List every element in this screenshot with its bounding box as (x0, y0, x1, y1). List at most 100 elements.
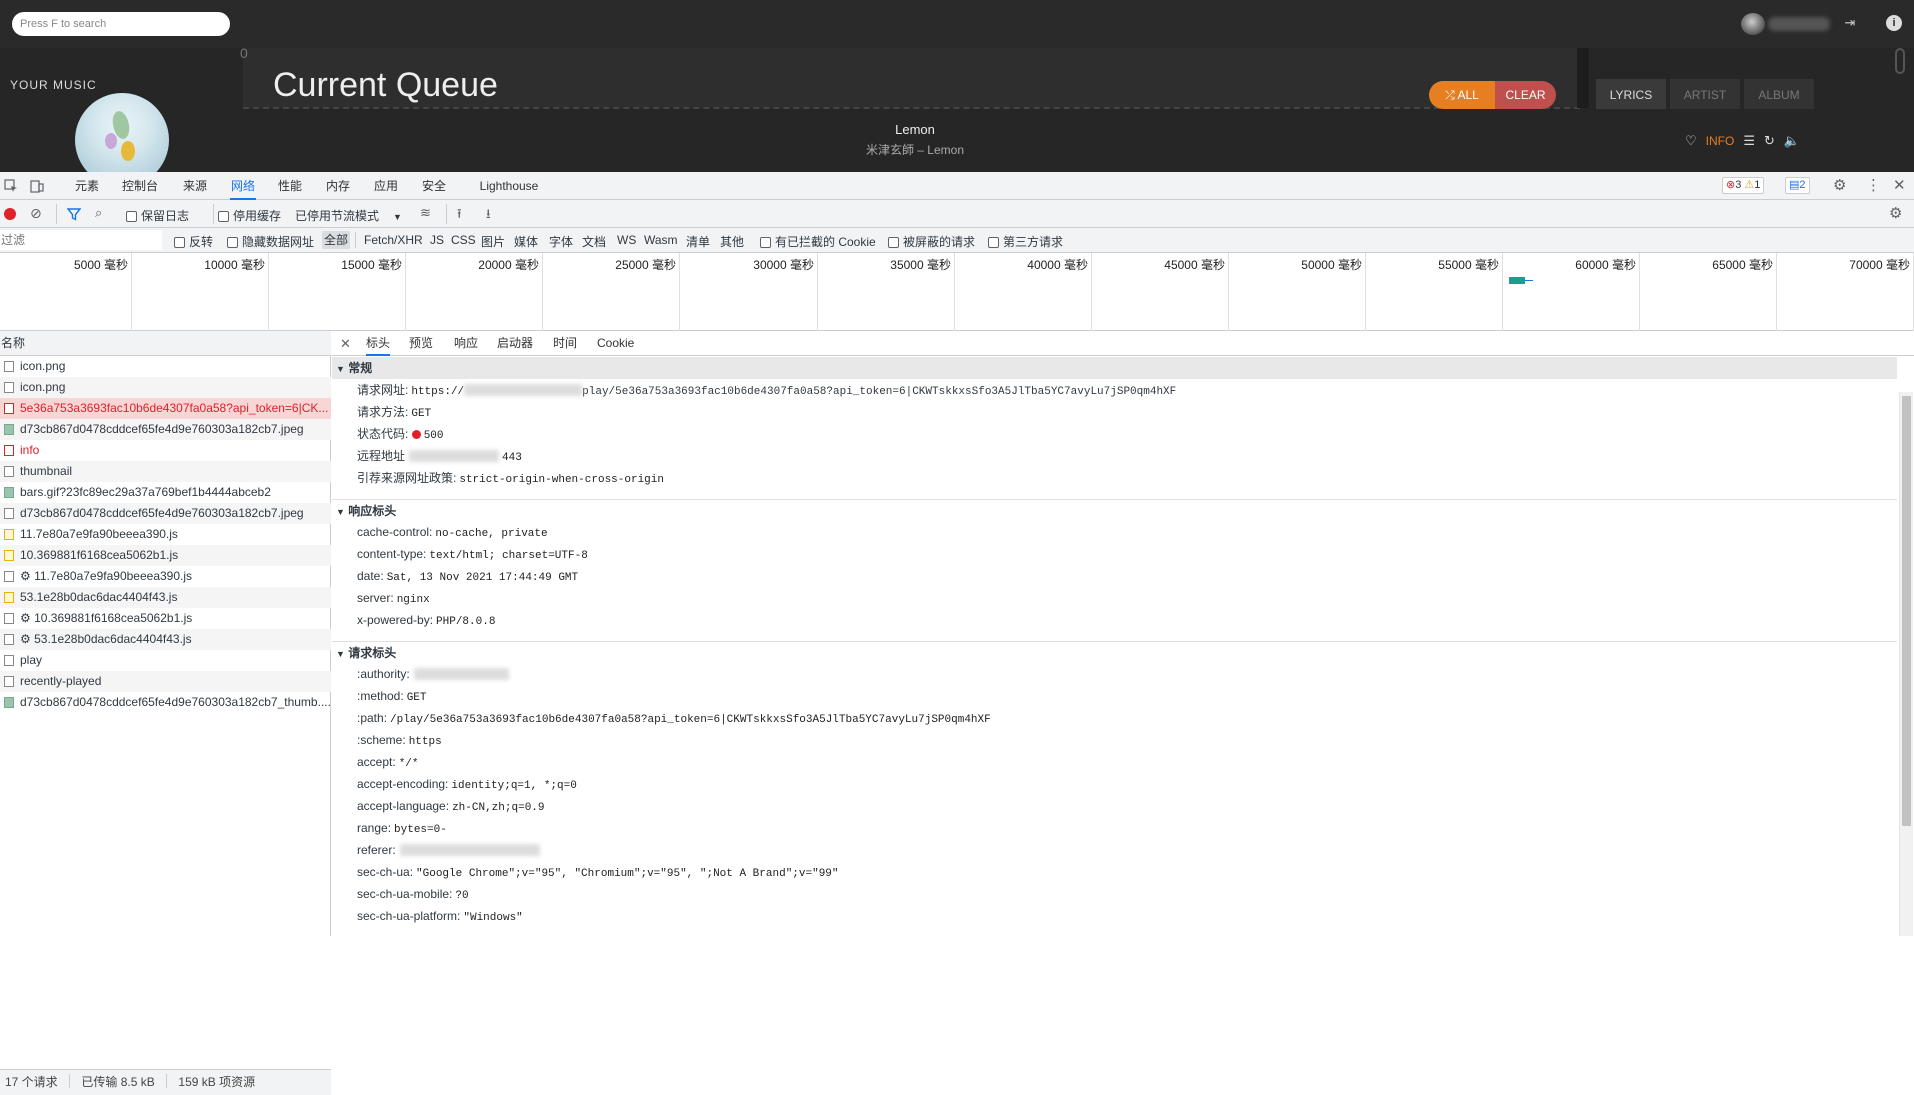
tab-initiator[interactable]: 启动器 (497, 331, 533, 356)
search-input[interactable] (12, 12, 230, 36)
disable-cache-checkbox[interactable]: 停用缓存 (218, 207, 281, 224)
tab-response[interactable]: 响应 (454, 331, 478, 356)
type-filter-other[interactable]: 其他 (720, 233, 744, 250)
timeline-tick-label: 15000 毫秒 (341, 258, 402, 272)
tab-application[interactable]: 应用 (374, 172, 398, 200)
info-button[interactable]: INFO (1706, 134, 1735, 148)
more-options-icon[interactable]: ⋮ (1866, 176, 1881, 194)
blocked-requests-checkbox[interactable]: 被屏蔽的请求 (888, 233, 975, 250)
app-scrollbar[interactable] (1895, 48, 1905, 74)
network-conditions-icon[interactable]: ≋ (420, 205, 431, 221)
network-settings-gear-icon[interactable]: ⚙ (1889, 204, 1902, 222)
request-row[interactable]: 11.7e80a7e9fa90beeea390.js (0, 524, 331, 545)
request-row[interactable]: recently-played (0, 671, 331, 692)
tab-performance[interactable]: 性能 (278, 172, 302, 200)
document-file-icon (4, 655, 14, 666)
messages-badge[interactable]: ▤2 (1785, 177, 1810, 194)
response-headers-section-header[interactable]: ▼ 响应标头 (332, 499, 1897, 521)
type-filter-fetch-xhr[interactable]: Fetch/XHR (364, 233, 423, 247)
header-value: */* (398, 758, 419, 770)
throttling-select[interactable]: 已停用节流模式 ▼ (295, 207, 402, 224)
tab-album[interactable]: ALBUM (1744, 79, 1814, 109)
document-file-icon (4, 382, 14, 393)
tab-lighthouse[interactable]: Lighthouse (479, 172, 539, 200)
record-icon[interactable] (4, 208, 16, 220)
type-filter-wasm[interactable]: Wasm (644, 233, 678, 247)
status-divider (166, 1074, 168, 1088)
request-row[interactable]: icon.png (0, 377, 331, 398)
preserve-log-checkbox[interactable]: 保留日志 (126, 207, 189, 224)
tab-sources[interactable]: 来源 (183, 172, 207, 200)
request-row[interactable]: ⚙ 10.369881f6168cea5062b1.js (0, 608, 331, 629)
equalizer-icon[interactable]: ☰ (1743, 133, 1755, 149)
import-har-icon[interactable]: ⭱ (457, 205, 462, 227)
tab-artist[interactable]: ARTIST (1670, 79, 1740, 109)
request-row[interactable]: icon.png (0, 356, 331, 377)
device-toolbar-icon[interactable] (30, 179, 44, 193)
timeline-overview[interactable]: 5000 毫秒 10000 毫秒 15000 毫秒 20000 毫秒 25000 毫秒 3… (0, 253, 1914, 331)
search-icon[interactable]: ⌕ (95, 205, 102, 221)
type-filter-media[interactable]: 媒体 (514, 233, 538, 250)
type-filter-doc[interactable]: 文档 (582, 233, 606, 250)
invert-checkbox[interactable]: 反转 (174, 233, 213, 250)
tab-console[interactable]: 控制台 (122, 172, 158, 200)
tab-headers[interactable]: 标头 (366, 331, 391, 356)
tab-cookies[interactable]: Cookie (597, 331, 634, 356)
tab-network[interactable]: 网络 (230, 172, 256, 200)
issues-badge[interactable]: ⊗3 ⚠1 (1722, 177, 1765, 194)
inspect-element-icon[interactable] (4, 179, 18, 193)
request-row[interactable]: info (0, 440, 331, 461)
request-row[interactable]: 53.1e28b0dac6dac4404f43.js (0, 587, 331, 608)
clear-icon[interactable]: ⊘ (30, 205, 42, 222)
header-row: :authority: (357, 665, 509, 683)
repeat-icon[interactable]: ↻ (1764, 133, 1775, 149)
tab-elements[interactable]: 元素 (75, 172, 99, 200)
request-row[interactable]: bars.gif?23fc89ec29a37a769bef1b4444abceb… (0, 482, 331, 503)
type-filter-font[interactable]: 字体 (549, 233, 573, 250)
type-filter-js[interactable]: JS (430, 233, 444, 247)
filter-icon[interactable] (67, 207, 81, 221)
type-filter-css[interactable]: CSS (451, 233, 476, 247)
request-row[interactable]: ⚙ 53.1e28b0dac6dac4404f43.js (0, 629, 331, 650)
type-filter-ws[interactable]: WS (617, 233, 636, 247)
shuffle-all-button[interactable]: ⤮ ALL (1429, 81, 1495, 109)
tab-preview[interactable]: 预览 (409, 331, 433, 356)
type-filter-manifest[interactable]: 清单 (686, 233, 710, 250)
volume-icon[interactable]: 🔈 (1784, 133, 1800, 149)
request-row[interactable]: thumbnail (0, 461, 331, 482)
request-row[interactable]: d73cb867d0478cddcef65fe4d9e760303a182cb7… (0, 692, 331, 713)
info-circle-icon[interactable]: i (1886, 15, 1902, 31)
avatar[interactable] (1741, 13, 1765, 35)
export-har-icon[interactable]: ⭳ (486, 205, 491, 227)
third-party-checkbox[interactable]: 第三方请求 (988, 233, 1063, 250)
type-filter-img[interactable]: 图片 (481, 233, 505, 250)
close-devtools-icon[interactable]: ✕ (1893, 176, 1906, 194)
name-column-header[interactable]: 名称 (0, 331, 331, 356)
toolbar-divider (56, 204, 57, 224)
tab-lyrics[interactable]: LYRICS (1596, 79, 1666, 109)
request-row[interactable]: 10.369881f6168cea5062b1.js (0, 545, 331, 566)
close-detail-icon[interactable]: ✕ (340, 331, 351, 356)
request-row[interactable]: 5e36a753a3693fac10b6de4307fa0a58?api_tok… (0, 398, 331, 419)
filter-input[interactable] (0, 230, 162, 250)
blocked-cookies-checkbox[interactable]: 有已拦截的 Cookie (760, 233, 876, 250)
request-row[interactable]: d73cb867d0478cddcef65fe4d9e760303a182cb7… (0, 419, 331, 440)
scrollbar-thumb[interactable] (1902, 396, 1911, 826)
third-party-label: 第三方请求 (1003, 235, 1064, 249)
queue-scrollbar[interactable] (1577, 48, 1589, 108)
settings-gear-icon[interactable]: ⚙ (1833, 176, 1846, 194)
heart-icon[interactable]: ♡ (1685, 133, 1697, 149)
request-headers-section-header[interactable]: ▼ 请求标头 (332, 641, 1897, 663)
detail-scrollbar[interactable] (1899, 392, 1913, 936)
request-row[interactable]: d73cb867d0478cddcef65fe4d9e760303a182cb7… (0, 503, 331, 524)
request-row[interactable]: ⚙ 11.7e80a7e9fa90beeea390.js (0, 566, 331, 587)
request-row[interactable]: play (0, 650, 331, 671)
tab-security[interactable]: 安全 (422, 172, 446, 200)
tab-timing[interactable]: 时间 (553, 331, 577, 356)
clear-queue-button[interactable]: CLEAR (1495, 81, 1556, 109)
type-filter-all[interactable]: 全部 (322, 231, 351, 249)
hide-data-urls-checkbox[interactable]: 隐藏数据网址 (227, 233, 314, 250)
logout-icon[interactable]: ⇥ (1842, 15, 1858, 31)
general-section-header[interactable]: ▼ 常规 (332, 357, 1897, 379)
tab-memory[interactable]: 内存 (326, 172, 350, 200)
